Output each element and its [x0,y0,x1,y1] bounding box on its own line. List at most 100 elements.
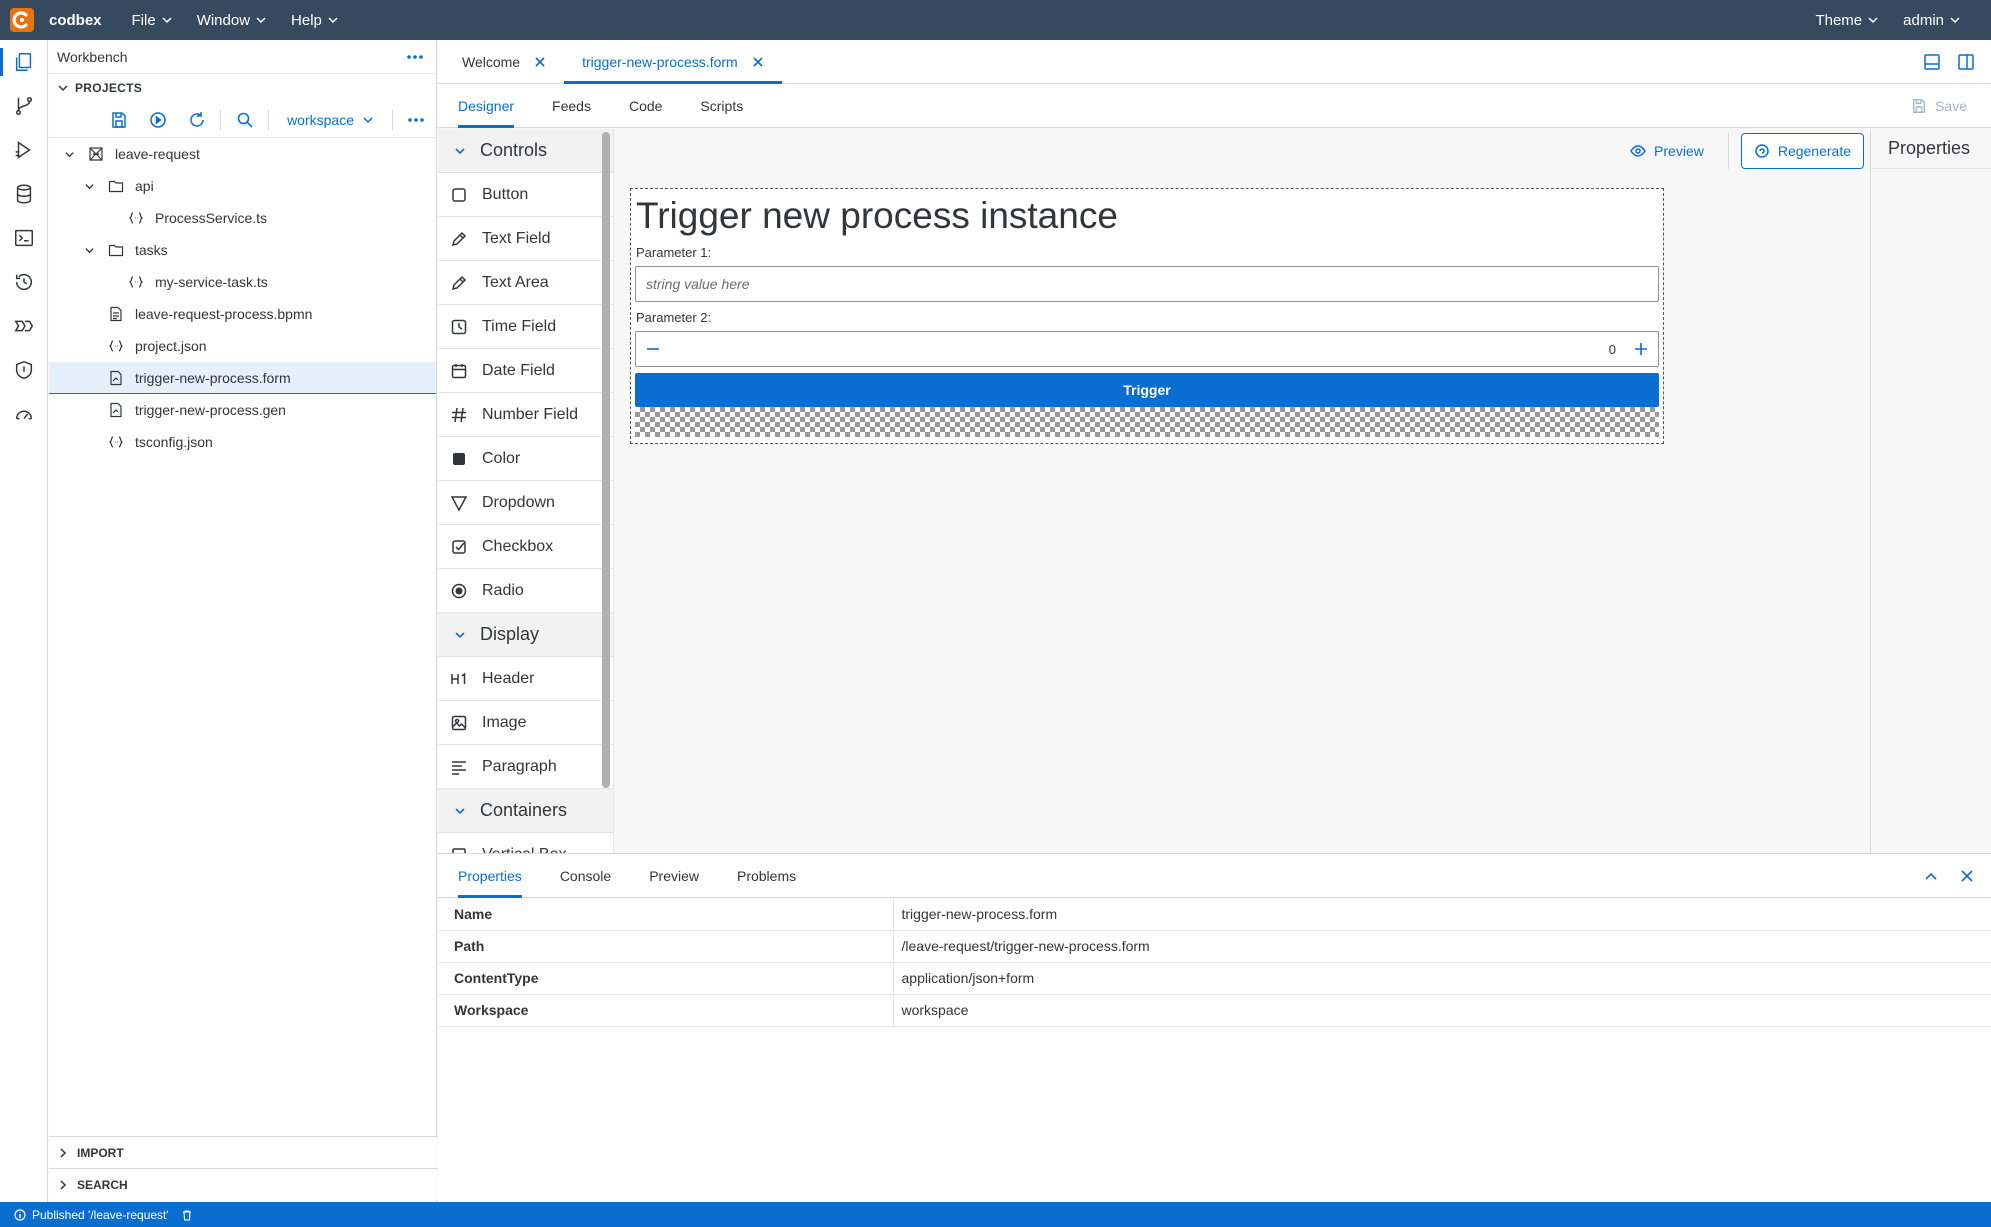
trash-icon[interactable] [181,1209,193,1221]
layout-split-icon[interactable] [1957,53,1975,71]
palette-item-text-area[interactable]: Text Area [438,261,613,305]
tree-item-api[interactable]: api [49,170,436,202]
palette-group-controls[interactable]: Controls [438,129,613,173]
tab-properties-label: Properties [458,867,522,884]
tab-problems[interactable]: Problems [719,854,814,897]
activity-terminal[interactable] [0,216,48,260]
decrement-button[interactable] [636,332,670,366]
activity-security[interactable] [0,348,48,392]
activity-history[interactable] [0,260,48,304]
tree-item-trigger-new-process-form[interactable]: trigger-new-process.form [49,362,436,394]
menu-file[interactable]: File [120,0,185,40]
palette-item-label: Time Field [482,317,557,335]
tab-scripts[interactable]: Scripts [682,84,761,127]
palette-item-header[interactable]: Header [438,657,613,701]
save-all-button[interactable] [99,104,138,136]
parameter-1-input[interactable]: string value here [635,266,1659,302]
chevron-down-icon [1950,17,1960,24]
tab-designer[interactable]: Designer [440,84,532,128]
chevron-down-icon[interactable] [61,146,77,162]
workspace-select[interactable]: workspace [273,112,388,128]
tree-item-leave-request[interactable]: leave-request [49,138,436,170]
tree-item-leave-request-process-bpmn[interactable]: leave-request-process.bpmn [49,298,436,330]
tab-trigger-new-process-form[interactable]: trigger-new-process.form [564,40,782,84]
tree-item-tsconfig-json[interactable]: tsconfig.json [49,426,436,458]
toolbar-more-button[interactable] [397,104,436,136]
trigger-button[interactable]: Trigger [635,373,1659,407]
tree-item-label: leave-request-process.bpmn [135,306,313,322]
palette-item-checkbox[interactable]: Checkbox [438,525,613,569]
publish-button[interactable] [138,104,177,136]
save-button[interactable]: Save [1911,84,1991,127]
tab-code[interactable]: Code [611,84,680,127]
designer-tab-bar: Designer Feeds Code Scripts Save [438,84,1991,128]
palette-item-time-field[interactable]: Time Field [438,305,613,349]
palette-item-image[interactable]: Image [438,701,613,745]
tab-welcome[interactable]: Welcome [444,40,564,83]
parameter-2-stepper[interactable]: 0 [635,331,1659,367]
activity-run[interactable] [0,128,48,172]
close-icon[interactable] [534,56,546,68]
tree-item-my-service-task-ts[interactable]: my-service-task.ts [49,266,436,298]
palette-item-label: Radio [482,581,524,599]
menu-help[interactable]: Help [279,0,351,40]
codbex-logo-icon[interactable] [10,8,34,32]
regenerate-button[interactable]: Regenerate [1740,133,1864,169]
status-bar: Published '/leave-request' [0,1202,1991,1227]
tab-problems-label: Problems [736,867,797,884]
tree-item-tasks[interactable]: tasks [49,234,436,266]
close-icon[interactable] [752,56,764,68]
palette-group-containers[interactable]: Containers [438,789,613,833]
tab-console[interactable]: Console [542,854,629,897]
activity-monitoring[interactable] [0,392,48,436]
activity-processes[interactable] [0,304,48,348]
close-icon[interactable] [1959,868,1975,884]
palette-item-vertical-box[interactable]: Vertical Box [438,833,613,853]
toolbar-divider [268,109,270,130]
palette-item-color[interactable]: Color [438,437,613,481]
search-button[interactable] [225,104,264,136]
search-section-label: SEARCH [77,1177,128,1192]
chevron-up-icon[interactable] [1923,868,1939,884]
palette-group-display[interactable]: Display [438,613,613,657]
palette-item-radio[interactable]: Radio [438,569,613,613]
form-header[interactable]: Trigger new process instance [636,195,1663,237]
refresh-button[interactable] [177,104,216,136]
tab-properties[interactable]: Properties [440,854,540,898]
user-menu[interactable]: admin [1891,0,1973,40]
palette-group-label: Display [480,624,540,644]
palette-item-paragraph[interactable]: Paragraph [438,745,613,789]
palette-item-button[interactable]: Button [438,173,613,217]
palette-item-dropdown[interactable]: Dropdown [438,481,613,525]
tree-item-trigger-new-process-gen[interactable]: trigger-new-process.gen [49,394,436,426]
activity-git[interactable] [0,84,48,128]
activity-workbench[interactable] [0,40,48,84]
more-options-icon[interactable] [406,48,424,66]
theme-menu[interactable]: Theme [1803,0,1891,40]
increment-button[interactable] [1624,332,1658,366]
property-value: /leave-request/trigger-new-process.form [893,930,1991,963]
import-section-header[interactable]: IMPORT [49,1136,437,1168]
search-section-header[interactable]: SEARCH [49,1168,437,1200]
projects-section-header[interactable]: PROJECTS [49,74,436,102]
chevron-down-icon[interactable] [81,178,97,194]
tree-item-processservice-ts[interactable]: ProcessService.ts [49,202,436,234]
palette-item-date-field[interactable]: Date Field [438,349,613,393]
tree-item-project-json[interactable]: project.json [49,330,436,362]
activity-database[interactable] [0,172,48,216]
palette-item-text-field[interactable]: Text Field [438,217,613,261]
property-key: Name [438,898,894,931]
preview-button[interactable]: Preview [1618,133,1716,169]
tab-feeds[interactable]: Feeds [534,84,609,127]
form-preview-container[interactable]: Trigger new process instance Parameter 1… [630,188,1664,444]
chevron-down-icon[interactable] [81,242,97,258]
tab-preview[interactable]: Preview [631,854,717,897]
palette-scrollbar[interactable] [602,132,610,788]
layout-bottom-panel-icon[interactable] [1923,53,1941,71]
palette-item-number-field[interactable]: Number Field [438,393,613,437]
chevron-down-icon [455,631,465,638]
drop-zone[interactable] [635,407,1659,437]
menu-window[interactable]: Window [185,0,279,40]
